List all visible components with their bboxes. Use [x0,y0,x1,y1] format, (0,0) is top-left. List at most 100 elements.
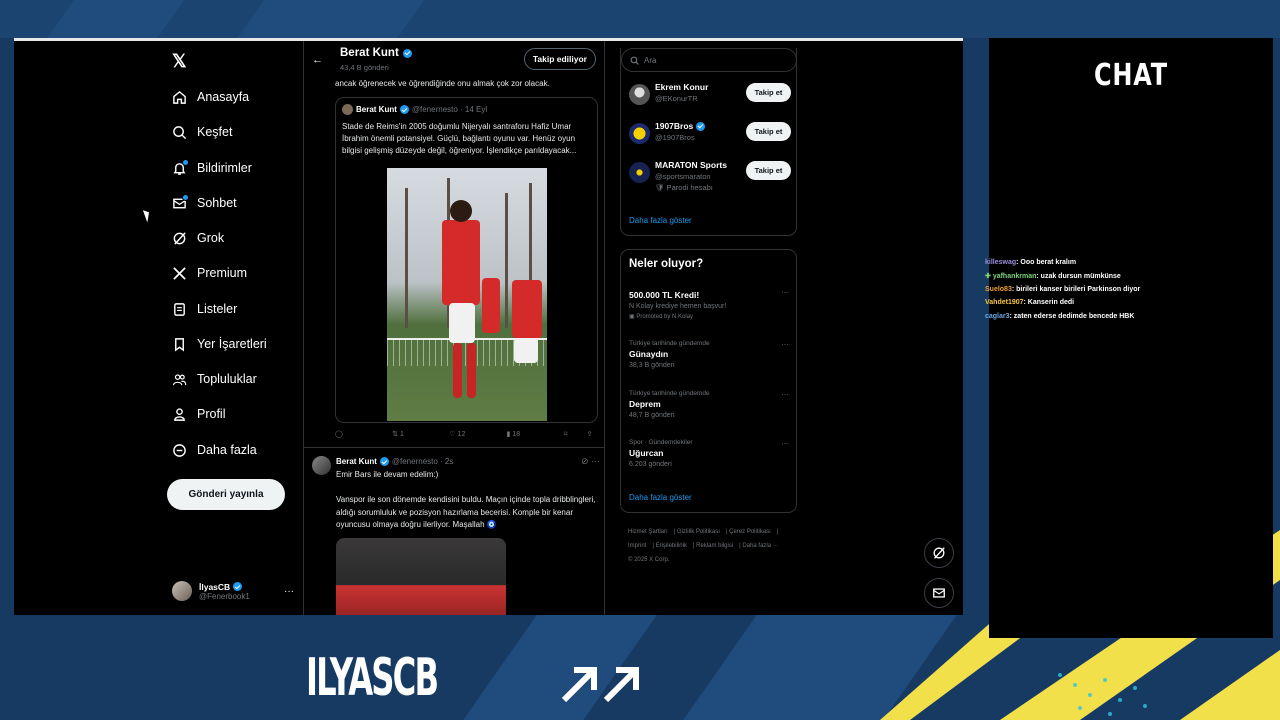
grok-icon[interactable]: ⊘ [581,456,589,466]
nav-explore[interactable]: Keşfet [172,120,232,144]
quote-text: Stade de Reims'in 2005 doğumlu Nijeryalı… [342,122,577,155]
overlay-stripe [235,0,425,40]
post-text-snippet: ancak öğrenecek ve öğrendiğinde onu alma… [335,79,550,88]
profile-header: ← Berat Kunt 43,4 B gönderi Takip ediliy… [304,41,604,77]
trend-item[interactable]: 500.000 TL Kredi! N Kolay krediye hemen … [629,288,789,320]
show-more-link[interactable]: Daha fazla göster [629,493,692,502]
follow-suggestion[interactable]: MARATON Sports @sportsmaraton 🛡 Parodi h… [629,160,791,192]
chat-username: Suelo83 [985,286,1012,293]
trend-count: 38,3 B gönderi [629,362,675,369]
nav-label: Sohbet [197,196,237,210]
trend-item[interactable]: Spor · Gündemdekiler Uğurcan 6.203 gönde… [629,439,789,468]
grok-fab-button[interactable] [924,538,954,568]
reply-icon[interactable]: ◯ [335,430,392,438]
home-icon [173,90,186,104]
avatar [172,581,192,601]
nav-chat[interactable]: Sohbet [172,191,237,215]
more-dots-icon[interactable]: ··· [781,288,789,297]
views-button[interactable]: ▮ 18 [507,430,564,438]
people-icon [172,373,187,385]
more-dots-icon[interactable]: ··· [781,439,789,448]
chat-title: CHAT [1094,58,1168,93]
follow-button[interactable]: Takip et [746,83,791,102]
nav-more[interactable]: Daha fazla [172,438,257,462]
double-arrow-logo-icon [561,667,639,703]
nav-premium[interactable]: Premium [172,261,247,285]
trend-item[interactable]: Türkiye tarihinde gündemde Deprem 48,7 B… [629,390,789,419]
copyright: © 2025 X Corp. [628,557,670,563]
nav-label: Bildirimler [197,161,252,175]
chat-message: ✚ yafhankrman: uzak dursun mümkünse [985,272,1121,280]
more-dots-icon[interactable]: ··· [781,340,789,349]
footer-link[interactable]: Gizlilik Politikası [677,529,720,535]
footer-link[interactable]: Daha fazla ··· [742,543,778,549]
verified-badge-icon [399,105,409,114]
account-switcher[interactable]: İlyasCB @Fenerbook1 ··· [172,577,294,605]
chat-text: : Kanserin dedi [1023,299,1075,306]
more-dots-icon[interactable]: ··· [781,390,789,399]
footer-link[interactable]: Çerez Politikası [729,529,771,535]
footer-link[interactable]: Reklam bilgisi [696,543,733,549]
trend-item[interactable]: Türkiye tarihinde gündemde Günaydın 38,3… [629,340,789,369]
nav-lists[interactable]: Listeler [172,297,237,321]
nav-bookmarks[interactable]: Yer İşaretleri [172,332,267,356]
chat-text: : Ooo berat kralım [1016,259,1077,266]
more-circle-icon [173,443,186,457]
x-logo-icon[interactable]: 𝕏 [172,51,187,72]
back-arrow-icon[interactable]: ← [312,54,323,66]
trend-title: Deprem [629,399,661,409]
nav-label: Anasayfa [197,90,250,104]
trend-context: Spor · Gündemdekiler [629,439,693,446]
more-dots-icon[interactable]: ··· [284,586,294,597]
share-icon[interactable]: ⇪ [587,430,598,438]
follow-suggestion[interactable]: Ekrem Konur @EKonurTR Takip et [629,82,791,112]
grok-icon [933,547,945,559]
verified-badge-icon [402,48,412,58]
suggestion-name: MARATON Sports [655,160,727,170]
follow-button[interactable]: Takip et [746,122,791,141]
account-handle: @Fenerbook1 [199,591,250,601]
timeline-column: ← Berat Kunt 43,4 B gönderi Takip ediliy… [303,41,605,615]
nav-label: Daha fazla [197,443,257,457]
footer-link[interactable]: Erişilebilirlik [656,543,687,549]
avatar [629,162,650,183]
footer-link[interactable]: Hizmet Şartları [628,529,668,535]
post-button[interactable]: Gönderi yayınla [167,479,285,510]
badge-icon: ✚ [985,273,993,280]
following-button[interactable]: Takip ediliyor [523,48,596,70]
nav-grok[interactable]: Grok [172,226,224,250]
chat-username: yafhankrman [992,273,1037,280]
bookmark-icon[interactable]: ⌑ [564,430,587,438]
verified-badge-icon [696,121,706,131]
follow-suggestion[interactable]: 1907Bros @1907Bros Takip et [629,121,791,151]
nav-profile[interactable]: Profil [172,402,225,426]
footer-link[interactable]: Imprint [628,543,646,549]
quote-author-name: Berat Kunt [356,105,397,114]
nav-notifications[interactable]: Bildirimler [172,156,252,180]
profile-name: Berat Kunt [340,47,399,59]
messages-fab-button[interactable] [924,578,954,608]
who-to-follow-card: Ekrem Konur @EKonurTR Takip et 1907Bros … [620,48,797,236]
post-photo[interactable] [336,538,506,615]
follow-button[interactable]: Takip et [746,161,791,180]
nav-communities[interactable]: Topluluklar [172,367,257,391]
nav-label: Keşfet [197,125,233,139]
trend-count: 48,7 B gönderi [629,412,675,419]
grok-icon [173,231,186,245]
mail-icon [933,588,945,598]
nav-home[interactable]: Anasayfa [172,85,249,109]
chat-text: : zaten ederse dedimde bencede HBK [1009,313,1135,320]
quoted-post[interactable]: Berat Kunt @fenernesto · 14 Eyl Stade de… [335,97,598,423]
post-photo[interactable] [387,168,547,421]
retweet-button[interactable]: ⇅ 1 [392,430,449,438]
more-dots-icon[interactable]: ··· [591,456,600,466]
account-name: İlyasCB [199,581,231,592]
chat-message: Vahdet1907: Kanserin dedi [985,299,1074,306]
overlay-top-band [0,0,1280,38]
chat-message: killeswag: Ooo berat kralım [985,259,1076,266]
post-author-handle: @fenernesto · 2s [391,457,454,466]
chat-username: Vahdet1907 [985,299,1024,306]
trend-context: Türkiye tarihinde gündemde [629,390,710,397]
show-more-link[interactable]: Daha fazla göster [629,216,692,225]
like-button[interactable]: ♡ 12 [449,430,506,438]
